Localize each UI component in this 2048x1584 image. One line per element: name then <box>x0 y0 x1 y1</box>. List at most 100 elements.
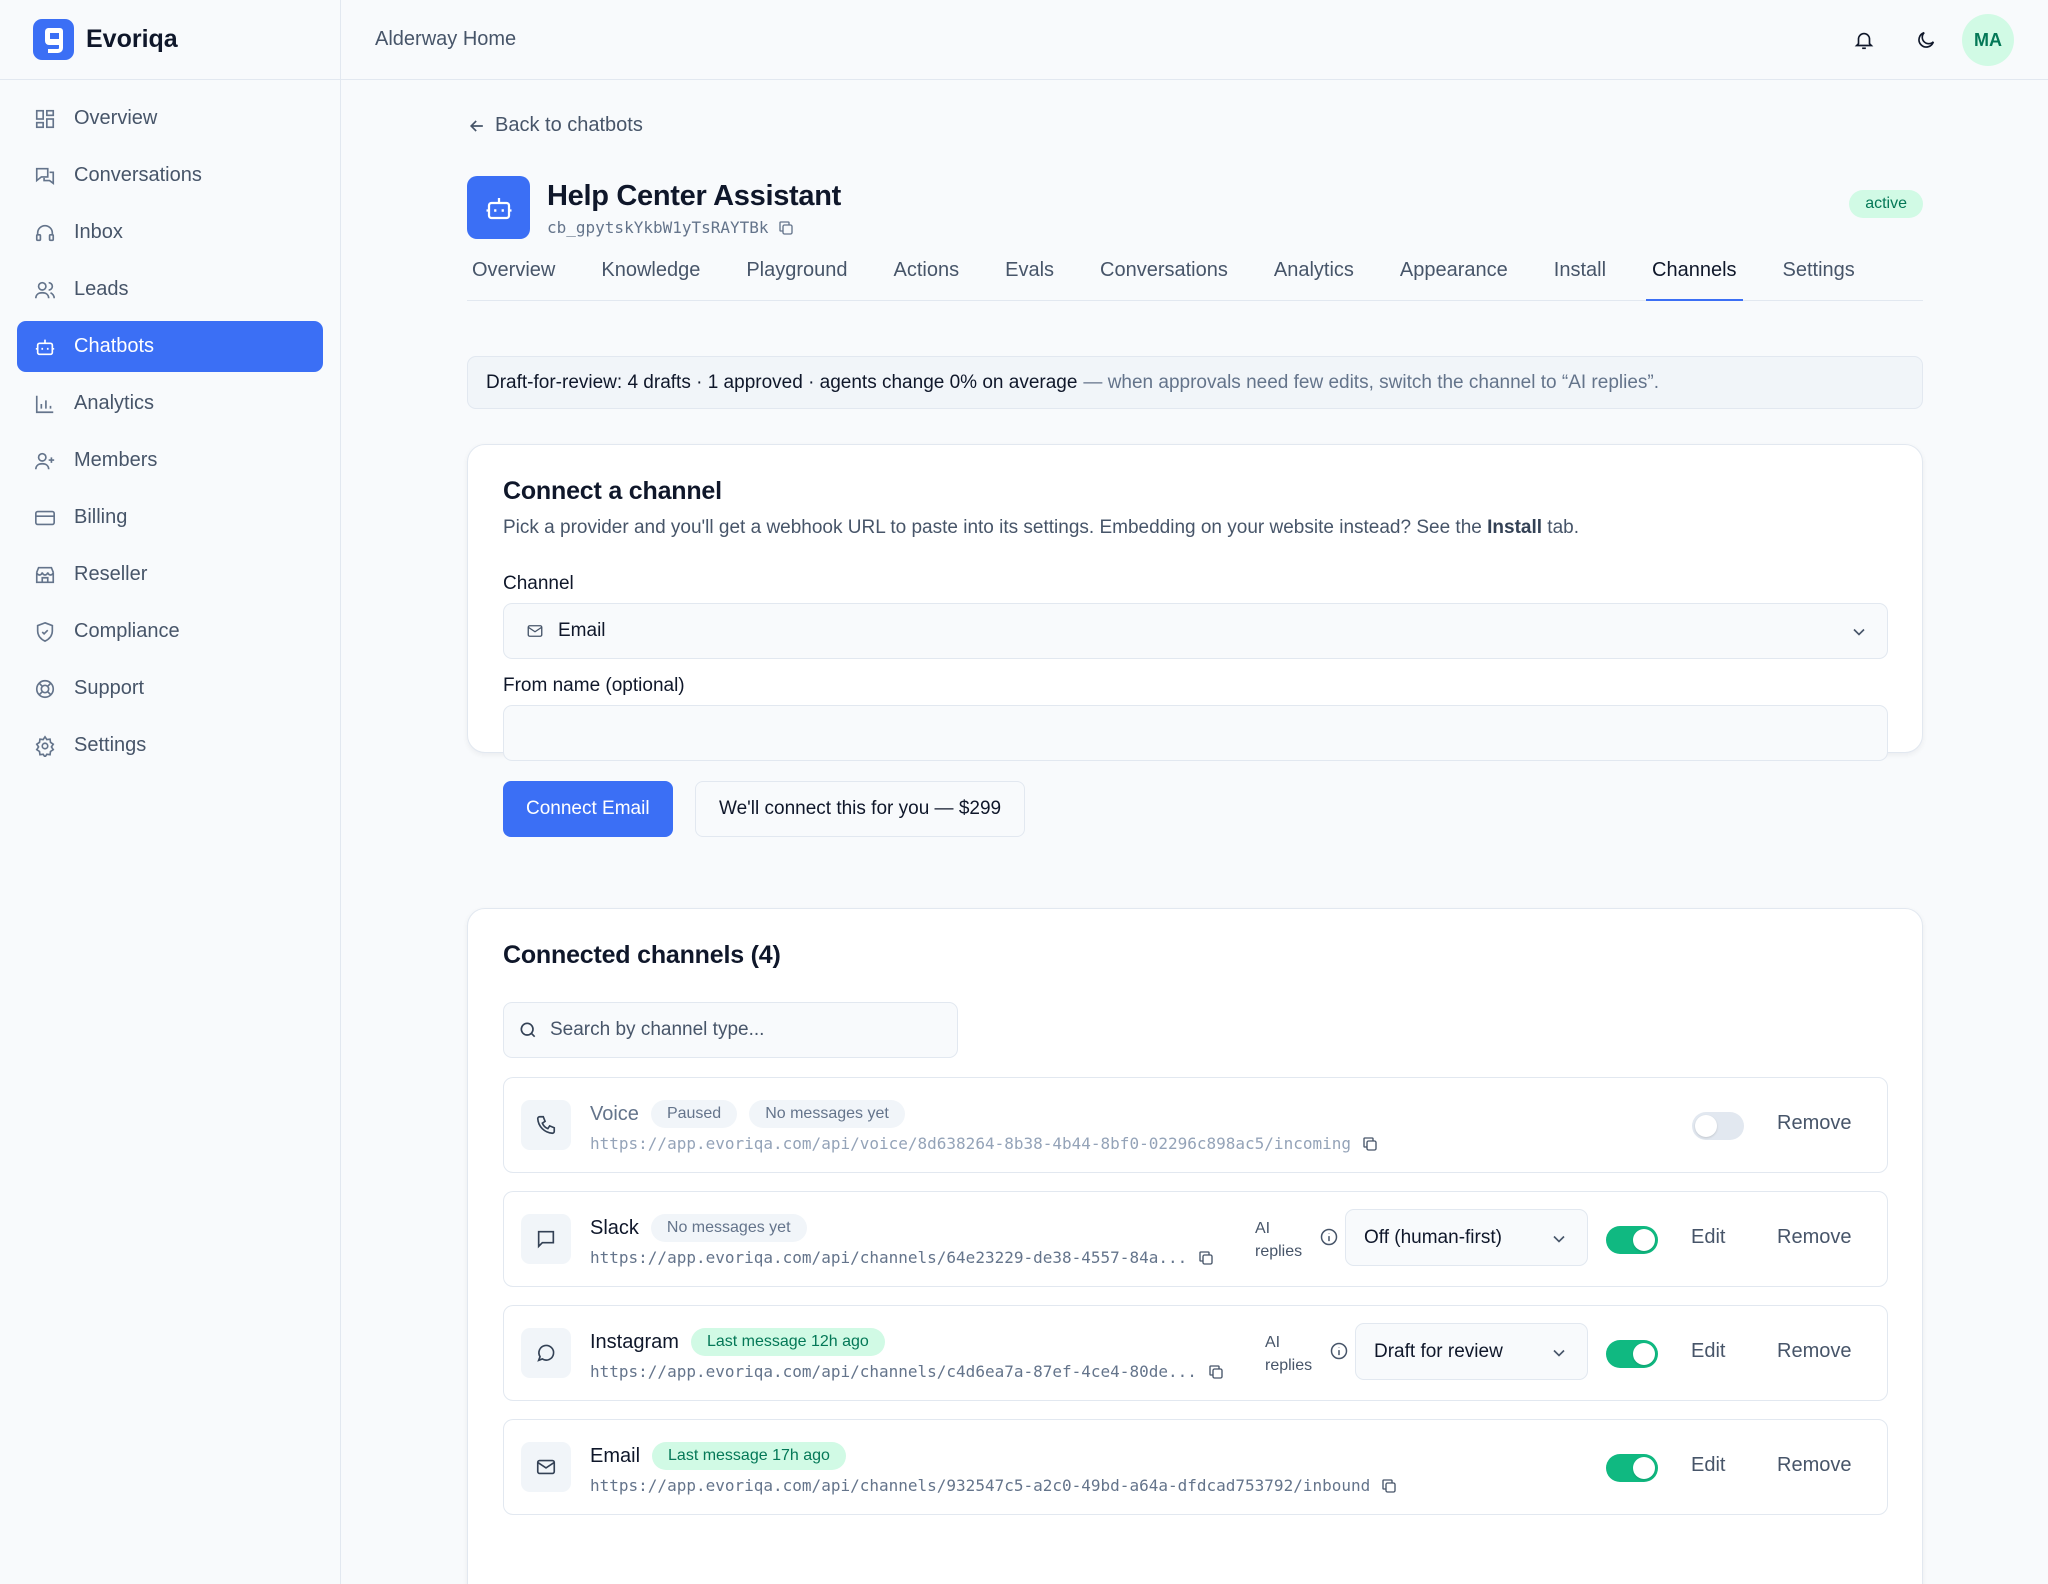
webhook-url-text: https://app.evoriqa.com/api/channels/c4d… <box>590 1362 1197 1381</box>
banner-hint: — when approvals need few edits, switch … <box>1083 371 1659 393</box>
copy-icon[interactable] <box>1380 1477 1398 1495</box>
bell-icon[interactable] <box>1838 14 1890 66</box>
sidebar-item-leads[interactable]: Leads <box>17 264 323 315</box>
from-name-input[interactable] <box>503 705 1888 761</box>
tab-evals[interactable]: Evals <box>999 256 1060 301</box>
sidebar-item-compliance[interactable]: Compliance <box>17 606 323 657</box>
copy-icon[interactable] <box>777 219 795 237</box>
sidebar-item-chatbots[interactable]: Chatbots <box>17 321 323 372</box>
toggle-knob <box>1695 1115 1717 1137</box>
dashboard-icon <box>34 108 56 130</box>
remove-button[interactable]: Remove <box>1777 1112 1851 1135</box>
channel-enabled-toggle[interactable] <box>1606 1340 1658 1368</box>
webhook-url-text: https://app.evoriqa.com/api/channels/932… <box>590 1476 1371 1495</box>
search-input[interactable]: Search by channel type... <box>550 1019 764 1041</box>
sidebar-item-reseller[interactable]: Reseller <box>17 549 323 600</box>
tab-actions[interactable]: Actions <box>888 256 966 301</box>
description-text-end: tab. <box>1542 517 1580 538</box>
avatar[interactable]: MA <box>1962 14 2014 66</box>
tab-knowledge[interactable]: Knowledge <box>595 256 706 301</box>
activity-badge: No messages yet <box>749 1100 905 1128</box>
concierge-setup-button[interactable]: We'll connect this for you — $299 <box>695 781 1026 837</box>
sidebar-item-members[interactable]: Members <box>17 435 323 486</box>
sidebar-item-analytics[interactable]: Analytics <box>17 378 323 429</box>
sidebar-item-label: Settings <box>74 734 147 756</box>
channel-name: Email Last message 17h ago <box>590 1442 846 1470</box>
remove-button[interactable]: Remove <box>1777 1340 1851 1363</box>
install-link[interactable]: Install <box>1487 517 1542 538</box>
life-buoy-icon <box>34 678 56 700</box>
sidebar-item-label: Reseller <box>74 563 148 585</box>
webhook-url: https://app.evoriqa.com/api/channels/64e… <box>590 1248 1215 1267</box>
credit-card-icon <box>34 507 56 529</box>
edit-button[interactable]: Edit <box>1691 1454 1725 1477</box>
tab-overview[interactable]: Overview <box>467 256 561 301</box>
bot-icon <box>34 336 56 358</box>
connected-channels-card: Connected channels (4) Search by channel… <box>467 908 1923 1584</box>
status-badge: active <box>1849 190 1923 218</box>
moon-icon[interactable] <box>1900 14 1952 66</box>
bot-id-text: cb_gpytskYkbW1yTsRAYTBk <box>547 218 769 237</box>
copy-icon[interactable] <box>1361 1135 1379 1153</box>
message-circle-icon <box>521 1328 571 1378</box>
tab-channels[interactable]: Channels <box>1646 256 1743 301</box>
channel-enabled-toggle[interactable] <box>1606 1226 1658 1254</box>
review-stats-banner: Draft-for-review: 4 drafts · 1 approved … <box>467 356 1923 409</box>
copy-icon[interactable] <box>1197 1249 1215 1267</box>
tab-appearance[interactable]: Appearance <box>1394 256 1514 301</box>
tab-install[interactable]: Install <box>1548 256 1612 301</box>
channel-row-slack: Slack No messages yet https://app.evoriq… <box>503 1191 1888 1287</box>
remove-button[interactable]: Remove <box>1777 1226 1851 1249</box>
copy-icon[interactable] <box>1207 1363 1225 1381</box>
back-link[interactable]: Back to chatbots <box>467 114 643 137</box>
banner-stats: Draft-for-review: 4 drafts · 1 approved … <box>486 371 1078 393</box>
tab-analytics[interactable]: Analytics <box>1268 256 1360 301</box>
channel-name: Slack No messages yet <box>590 1214 807 1242</box>
search-icon <box>520 1022 536 1038</box>
sidebar-item-overview[interactable]: Overview <box>17 93 323 144</box>
ai-mode-select[interactable]: Draft for review <box>1355 1323 1588 1380</box>
card-title: Connected channels (4) <box>503 941 781 969</box>
edit-button[interactable]: Edit <box>1691 1340 1725 1363</box>
edit-button[interactable]: Edit <box>1691 1226 1725 1249</box>
info-icon[interactable] <box>1319 1227 1339 1247</box>
mail-icon <box>527 625 543 637</box>
ai-mode-select[interactable]: Off (human-first) <box>1345 1209 1588 1266</box>
sidebar-item-label: Billing <box>74 506 128 528</box>
info-icon[interactable] <box>1329 1341 1349 1361</box>
sidebar-item-settings[interactable]: Settings <box>17 720 323 771</box>
toggle-knob <box>1633 1229 1655 1251</box>
ai-mode-value: Draft for review <box>1374 1340 1503 1362</box>
channel-select[interactable]: Email <box>503 603 1888 659</box>
chevron-down-icon <box>1553 1235 1565 1243</box>
channel-row-voice: Voice Paused No messages yet https://app… <box>503 1077 1888 1173</box>
sidebar-item-label: Members <box>74 449 158 471</box>
tab-bar: Overview Knowledge Playground Actions Ev… <box>467 256 1923 301</box>
sidebar-item-billing[interactable]: Billing <box>17 492 323 543</box>
top-actions: MA <box>1828 14 2014 66</box>
phone-icon <box>521 1100 571 1150</box>
sidebar-item-conversations[interactable]: Conversations <box>17 150 323 201</box>
tab-playground[interactable]: Playground <box>740 256 853 301</box>
connect-email-button[interactable]: Connect Email <box>503 781 673 837</box>
channel-enabled-toggle[interactable] <box>1692 1112 1744 1140</box>
ai-label-line: replies <box>1265 1357 1313 1374</box>
message-square-icon <box>521 1214 571 1264</box>
brand[interactable]: Evoriqa <box>0 0 340 80</box>
webhook-url: https://app.evoriqa.com/api/channels/c4d… <box>590 1362 1225 1381</box>
sidebar-nav: Overview Conversations Inbox Leads Chatb… <box>0 80 340 771</box>
channel-enabled-toggle[interactable] <box>1606 1454 1658 1482</box>
from-name-label: From name (optional) <box>503 675 685 696</box>
sidebar-item-support[interactable]: Support <box>17 663 323 714</box>
channel-search[interactable]: Search by channel type... <box>503 1002 958 1058</box>
back-link-label: Back to chatbots <box>495 114 643 136</box>
sidebar-item-inbox[interactable]: Inbox <box>17 207 323 258</box>
tab-settings[interactable]: Settings <box>1777 256 1861 301</box>
workspace-name[interactable]: Alderway Home <box>375 28 516 51</box>
ai-label-line: AI <box>1265 1334 1281 1351</box>
remove-button[interactable]: Remove <box>1777 1454 1851 1477</box>
sidebar-item-label: Support <box>74 677 145 699</box>
sidebar: Evoriqa Overview Conversations Inbox Lea… <box>0 0 341 1584</box>
activity-badge: Last message 12h ago <box>690 1328 885 1356</box>
tab-conversations[interactable]: Conversations <box>1094 256 1234 301</box>
